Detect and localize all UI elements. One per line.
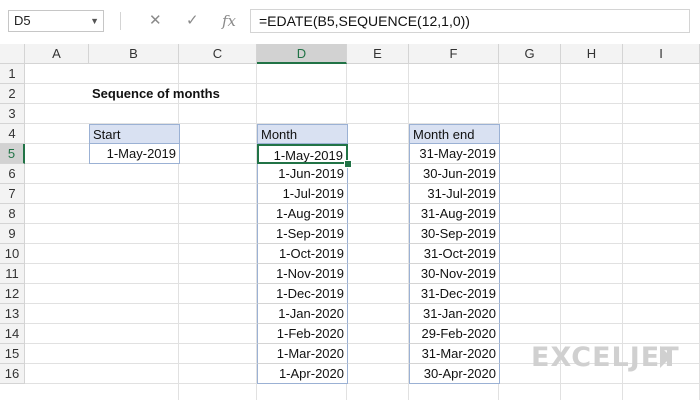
month-cell[interactable]: 1-Oct-2019 bbox=[257, 244, 348, 264]
month-end-cell[interactable]: 31-Jul-2019 bbox=[409, 184, 500, 204]
gridline bbox=[25, 323, 700, 324]
month-end-cell[interactable]: 31-May-2019 bbox=[409, 144, 500, 164]
insert-function-icon[interactable]: fx bbox=[222, 10, 236, 32]
month-end-cell[interactable]: 31-Jan-2020 bbox=[409, 304, 500, 324]
row-header-14[interactable]: 14 bbox=[0, 324, 25, 344]
row-header-4[interactable]: 4 bbox=[0, 124, 25, 144]
sheet-title: Sequence of months bbox=[92, 86, 220, 101]
month-header-cell[interactable]: Month bbox=[257, 124, 348, 144]
cancel-icon[interactable]: ✕ bbox=[149, 10, 162, 32]
row-header-16[interactable]: 16 bbox=[0, 364, 25, 384]
month-end-cell[interactable]: 30-Sep-2019 bbox=[409, 224, 500, 244]
formula-input[interactable]: =EDATE(B5,SEQUENCE(12,1,0)) bbox=[250, 9, 690, 33]
month-end-cell[interactable]: 30-Apr-2020 bbox=[409, 364, 500, 384]
formula-bar: D5 ▼ ✕ ✓ fx =EDATE(B5,SEQUENCE(12,1,0)) bbox=[0, 0, 700, 44]
row-header-9[interactable]: 9 bbox=[0, 224, 25, 244]
name-box-value: D5 bbox=[14, 13, 31, 28]
column-header-e[interactable]: E bbox=[347, 44, 409, 64]
month-cell[interactable]: 1-Mar-2020 bbox=[257, 344, 348, 364]
month-end-cell[interactable]: 30-Nov-2019 bbox=[409, 264, 500, 284]
month-cell[interactable]: 1-Sep-2019 bbox=[257, 224, 348, 244]
month-cell[interactable]: 1-Jun-2019 bbox=[257, 164, 348, 184]
month-cell[interactable]: 1-Aug-2019 bbox=[257, 204, 348, 224]
month-cell[interactable]: 1-Nov-2019 bbox=[257, 264, 348, 284]
exceljet-logo-mark-icon bbox=[660, 346, 671, 368]
enter-icon[interactable]: ✓ bbox=[186, 10, 199, 32]
gridline bbox=[25, 263, 700, 264]
column-header-g[interactable]: G bbox=[499, 44, 561, 64]
gridline bbox=[25, 243, 700, 244]
start-value-cell[interactable]: 1-May-2019 bbox=[89, 144, 180, 164]
month-end-header-cell[interactable]: Month end bbox=[409, 124, 500, 144]
column-header-f[interactable]: F bbox=[409, 44, 499, 64]
formula-bar-divider bbox=[120, 12, 121, 30]
column-header-b[interactable]: B bbox=[89, 44, 179, 64]
row-header-7[interactable]: 7 bbox=[0, 184, 25, 204]
gridline bbox=[25, 223, 700, 224]
gridline bbox=[25, 283, 700, 284]
column-header-h[interactable]: H bbox=[561, 44, 623, 64]
exceljet-logo: EXCELJET bbox=[531, 342, 680, 373]
chevron-down-icon[interactable]: ▼ bbox=[90, 11, 99, 31]
column-header-c[interactable]: C bbox=[179, 44, 257, 64]
month-cell[interactable]: 1-Jan-2020 bbox=[257, 304, 348, 324]
gridline bbox=[25, 203, 700, 204]
fill-handle[interactable] bbox=[344, 160, 352, 168]
gridline bbox=[25, 383, 700, 384]
month-end-cell[interactable]: 31-Mar-2020 bbox=[409, 344, 500, 364]
row-header-11[interactable]: 11 bbox=[0, 264, 25, 284]
column-header-d[interactable]: D bbox=[257, 44, 347, 64]
row-header-13[interactable]: 13 bbox=[0, 304, 25, 324]
month-end-cell[interactable]: 31-Oct-2019 bbox=[409, 244, 500, 264]
row-header-8[interactable]: 8 bbox=[0, 204, 25, 224]
month-cell[interactable]: 1-Apr-2020 bbox=[257, 364, 348, 384]
month-cell[interactable]: 1-Feb-2020 bbox=[257, 324, 348, 344]
row-header-12[interactable]: 12 bbox=[0, 284, 25, 304]
row-header-2[interactable]: 2 bbox=[0, 84, 25, 104]
row-header-6[interactable]: 6 bbox=[0, 164, 25, 184]
row-header-5[interactable]: 5 bbox=[0, 144, 25, 164]
month-cell[interactable]: 1-May-2019 bbox=[257, 144, 348, 164]
row-header-1[interactable]: 1 bbox=[0, 64, 25, 84]
column-header-i[interactable]: I bbox=[623, 44, 700, 64]
month-end-cell[interactable]: 31-Dec-2019 bbox=[409, 284, 500, 304]
column-header-a[interactable]: A bbox=[25, 44, 89, 64]
row-header-15[interactable]: 15 bbox=[0, 344, 25, 364]
month-end-cell[interactable]: 29-Feb-2020 bbox=[409, 324, 500, 344]
month-end-cell[interactable]: 30-Jun-2019 bbox=[409, 164, 500, 184]
gridline bbox=[178, 64, 179, 400]
start-header-cell[interactable]: Start bbox=[89, 124, 180, 144]
row-header-10[interactable]: 10 bbox=[0, 244, 25, 264]
name-box[interactable]: D5 ▼ bbox=[8, 10, 104, 32]
month-cell[interactable]: 1-Dec-2019 bbox=[257, 284, 348, 304]
month-cell[interactable]: 1-Jul-2019 bbox=[257, 184, 348, 204]
gridline bbox=[25, 303, 700, 304]
select-all-corner[interactable] bbox=[0, 44, 25, 64]
row-header-3[interactable]: 3 bbox=[0, 104, 25, 124]
month-end-cell[interactable]: 31-Aug-2019 bbox=[409, 204, 500, 224]
gridline bbox=[25, 183, 700, 184]
